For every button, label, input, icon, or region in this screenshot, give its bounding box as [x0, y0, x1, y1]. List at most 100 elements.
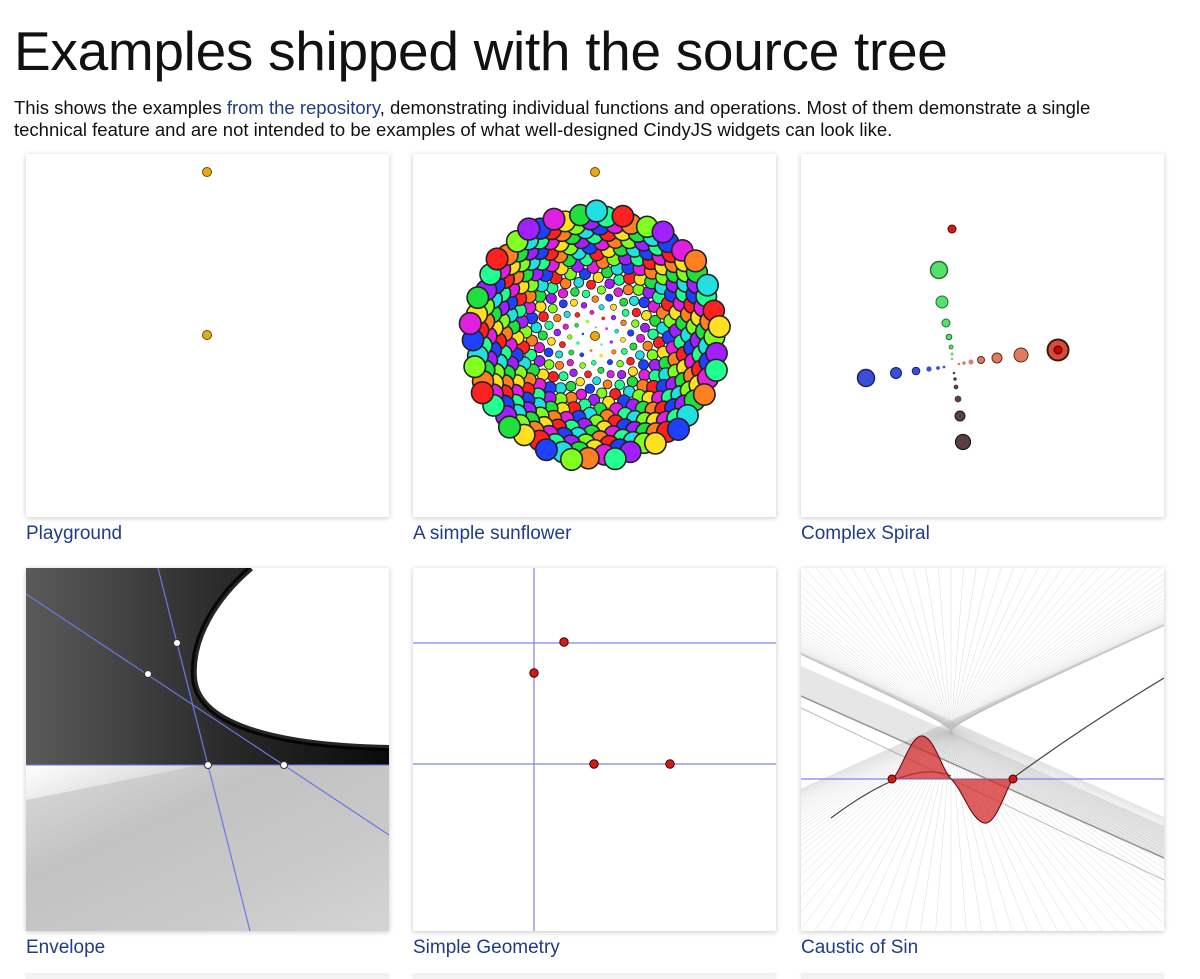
- sunflower-seed: [683, 249, 708, 273]
- sunflower-seed: [640, 322, 650, 333]
- sunflower-seed: [565, 380, 577, 392]
- sunflower-seed: [635, 350, 645, 360]
- sunflower-seed: [554, 382, 567, 395]
- geometry-point[interactable]: [529, 668, 539, 678]
- sunflower-seed: [585, 320, 590, 324]
- sunflower-seed: [584, 383, 596, 394]
- intro-line2: technical feature and are not intended t…: [14, 119, 893, 140]
- sunflower-seed: [517, 217, 541, 241]
- sunflower-canvas: [458, 167, 731, 472]
- sunflower-seed: [580, 302, 588, 309]
- example-link-playground[interactable]: Playground: [26, 522, 389, 546]
- sunflower-seed: [555, 360, 564, 370]
- sunflower-seed: [622, 284, 634, 296]
- sunflower-seed: [631, 307, 642, 318]
- sunflower-seed: [545, 292, 557, 304]
- sunflower-seed: [575, 377, 585, 387]
- sunflower-thumbnail[interactable]: [413, 154, 776, 517]
- sunflower-seed: [558, 371, 569, 382]
- sunflower-seed: [591, 295, 599, 303]
- spiral-point: [911, 366, 921, 376]
- spiral-point: [991, 352, 1003, 364]
- next-card-edge: [26, 975, 389, 979]
- geometry-point[interactable]: [559, 637, 569, 647]
- example-link-envelope[interactable]: Envelope: [26, 936, 389, 960]
- sunflower-seed: [638, 369, 651, 382]
- playground-point-top[interactable]: [202, 167, 212, 177]
- sunflower-seed: [543, 359, 555, 370]
- envelope-point[interactable]: [173, 639, 181, 647]
- sunflower-seed: [547, 303, 558, 314]
- envelope-point[interactable]: [204, 761, 212, 769]
- spiral-point: [953, 384, 959, 390]
- spiral-point: [954, 433, 972, 451]
- envelope-point[interactable]: [280, 761, 288, 769]
- spiral-point: [890, 367, 902, 379]
- sunflower-seed: [592, 376, 601, 386]
- example-link-caustic-of-sin[interactable]: Caustic of Sin: [801, 936, 1164, 960]
- simple-geometry-thumbnail[interactable]: [413, 568, 776, 931]
- sunflower-seed: [621, 309, 630, 317]
- example-link-complex-spiral[interactable]: Complex Spiral: [801, 522, 1164, 546]
- complex-spiral-thumbnail[interactable]: [801, 154, 1164, 517]
- sunflower-seed: [611, 349, 617, 355]
- envelope-point[interactable]: [144, 670, 152, 678]
- sunflower-seed: [558, 299, 568, 309]
- sunflower-seed: [605, 293, 614, 302]
- geometry-point[interactable]: [589, 759, 599, 769]
- sunflower-seed: [609, 340, 613, 344]
- sunflower-seed: [463, 355, 487, 379]
- sunflower-control-point[interactable]: [590, 167, 600, 177]
- envelope-thumbnail[interactable]: [26, 568, 389, 931]
- spiral-point: [941, 318, 951, 328]
- caustic-point[interactable]: [1008, 774, 1018, 784]
- sunflower-seed: [542, 207, 566, 231]
- sunflower-seed: [638, 359, 649, 371]
- sunflower-seed: [627, 366, 638, 377]
- spiral-point: [968, 359, 974, 365]
- sunflower-seed: [631, 319, 640, 328]
- spiral-point: [1013, 347, 1029, 363]
- sunflower-seed: [605, 327, 608, 330]
- playground-thumbnail[interactable]: [26, 154, 389, 517]
- sunflower-seed: [696, 273, 719, 297]
- spiral-point: [1053, 345, 1063, 355]
- repository-link[interactable]: from the repository: [227, 97, 380, 118]
- sunflower-seed: [601, 316, 606, 321]
- sunflower-seed: [651, 220, 675, 244]
- sunflower-seed: [620, 319, 627, 326]
- sunflower-seed: [538, 311, 549, 322]
- spiral-point: [945, 333, 953, 341]
- sunflower-seed: [470, 380, 495, 405]
- sunflower-seed: [627, 329, 635, 337]
- spiral-point: [929, 260, 949, 280]
- sunflower-center-point[interactable]: [590, 331, 600, 341]
- sunflower-seed: [594, 326, 597, 329]
- sunflower-seed: [610, 314, 617, 321]
- caustic-point[interactable]: [887, 774, 897, 784]
- sunflower-seed: [603, 447, 627, 471]
- sunflower-seed: [559, 341, 566, 348]
- sunflower-seed: [629, 295, 640, 306]
- sunflower-seed: [544, 320, 554, 330]
- spiral-point: [948, 344, 954, 350]
- spiral-point: [954, 410, 966, 422]
- sunflower-seed: [579, 362, 586, 369]
- playground-point-center[interactable]: [202, 330, 212, 340]
- sunflower-seed: [591, 360, 597, 366]
- sunflower-seed: [584, 370, 592, 379]
- sunflower-seed: [547, 337, 556, 346]
- sunflower-seed: [574, 323, 579, 328]
- spiral-point: [954, 395, 962, 403]
- sunflower-seed: [555, 350, 564, 359]
- spiral-point: [856, 368, 876, 388]
- geometry-point[interactable]: [665, 759, 675, 769]
- intro-after: , demonstrating individual functions and…: [379, 97, 1091, 118]
- caustic-thumbnail[interactable]: [801, 568, 1164, 931]
- spiral-point: [935, 295, 949, 309]
- example-link-sunflower[interactable]: A simple sunflower: [413, 522, 776, 546]
- sunflower-seed: [611, 204, 635, 228]
- sunflower-seed: [567, 334, 573, 340]
- sunflower-seed: [581, 289, 591, 299]
- example-link-simple-geometry[interactable]: Simple Geometry: [413, 936, 776, 960]
